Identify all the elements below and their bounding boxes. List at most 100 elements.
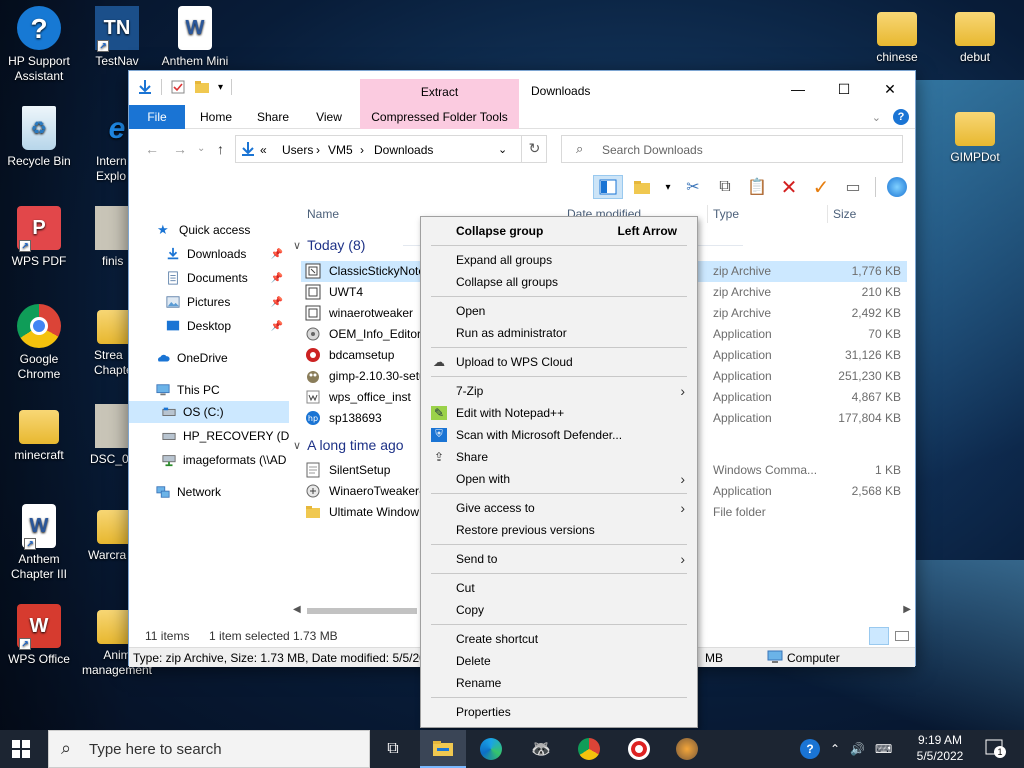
checkmark-icon[interactable]: ✓ <box>809 175 833 199</box>
paste-icon[interactable]: 📋 <box>745 175 769 199</box>
nav-downloads[interactable]: Downloads 📌 <box>129 243 289 265</box>
help-icon[interactable]: ? <box>893 109 909 125</box>
close-button[interactable]: ✕ <box>867 77 913 101</box>
desktop-icon-chinese[interactable]: chinese <box>858 6 936 65</box>
desktop-icon-debut[interactable]: debut <box>936 6 1014 65</box>
clock[interactable]: 9:19 AM 5/5/2022 <box>908 732 972 764</box>
forward-arrow-icon[interactable]: → <box>173 141 187 157</box>
preview-pane-icon[interactable] <box>593 175 623 199</box>
nav-drive-d[interactable]: HP_RECOVERY (D:) <box>129 425 289 447</box>
nav-quick-access[interactable]: ★ Quick access <box>129 219 289 241</box>
nav-desktop[interactable]: Desktop 📌 <box>129 315 289 337</box>
breadcrumb-users[interactable]: Users <box>282 143 313 157</box>
app-icon[interactable]: 🦝 <box>518 730 564 768</box>
desktop-icon-anthem-chapter[interactable]: W ↗ Anthem Chapter III <box>0 504 78 582</box>
refresh-button[interactable]: ↻ <box>521 135 547 163</box>
notification-icon[interactable]: 1 <box>984 738 1006 758</box>
gimp-icon[interactable] <box>664 730 710 768</box>
menu-item-upload-wps[interactable]: ☁ Upload to WPS Cloud <box>423 351 695 373</box>
nav-drive-c[interactable]: OS (C:) <box>129 401 289 423</box>
tab-share[interactable]: Share <box>247 105 299 129</box>
help-icon[interactable]: ? <box>800 739 820 759</box>
nav-onedrive[interactable]: OneDrive <box>129 347 289 369</box>
desktop-icon-gimpdot[interactable]: GIMPDot <box>936 106 1014 165</box>
recent-locations-icon[interactable]: ⌄ <box>197 143 205 154</box>
scroll-right-icon[interactable]: ▶ <box>903 604 911 615</box>
keyboard-icon[interactable]: ⌨ <box>875 742 892 756</box>
menu-item-restore-versions[interactable]: Restore previous versions <box>423 519 695 541</box>
cut-icon[interactable]: ✂ <box>681 175 705 199</box>
desktop-icon-wps-pdf[interactable]: P ↗ WPS PDF <box>0 206 78 269</box>
scroll-left-icon[interactable]: ◀ <box>293 604 301 615</box>
group-header-long-ago[interactable]: ∨ A long time ago <box>293 435 404 455</box>
customize-toolbar-icon[interactable]: ▾ <box>218 82 223 93</box>
nav-network[interactable]: Network <box>129 481 289 503</box>
taskbar-search-input[interactable]: ⌕ Type here to search <box>48 730 370 768</box>
column-header-type[interactable]: Type <box>713 203 739 225</box>
column-header-size[interactable]: Size <box>833 203 856 225</box>
chevron-up-icon[interactable]: ⌃ <box>830 742 840 756</box>
extract-tab[interactable]: Extract <box>360 85 519 99</box>
nav-this-pc[interactable]: This PC <box>129 379 289 401</box>
minimize-button[interactable]: — <box>775 77 821 101</box>
menu-item-collapse-group[interactable]: Collapse group Left Arrow <box>423 220 695 242</box>
nav-network-drive[interactable]: imageformats (\\AD <box>129 449 289 471</box>
menu-item-notepadpp[interactable]: ✎ Edit with Notepad++ <box>423 402 695 424</box>
desktop-icon-minecraft[interactable]: minecraft <box>0 404 78 463</box>
column-header-name[interactable]: Name <box>307 203 339 225</box>
desktop-icon-hp-support[interactable]: ? HP Support Assistant <box>0 6 78 84</box>
record-icon[interactable] <box>616 730 662 768</box>
desktop-icon-wps-office[interactable]: W ↗ WPS Office <box>0 604 78 667</box>
desktop-icon-recycle-bin[interactable]: ♻ Recycle Bin <box>0 106 78 169</box>
nav-pictures[interactable]: Pictures 📌 <box>129 291 289 313</box>
new-folder-icon[interactable] <box>631 175 655 199</box>
desktop-icon-chrome[interactable]: Google Chrome <box>0 304 78 382</box>
breadcrumb-downloads[interactable]: Downloads <box>374 143 433 157</box>
menu-item-cut[interactable]: Cut <box>423 577 695 599</box>
tab-home[interactable]: Home <box>189 105 243 129</box>
windows-start-icon[interactable] <box>12 740 30 758</box>
menu-item-defender[interactable]: ⛨ Scan with Microsoft Defender... <box>423 424 695 446</box>
menu-item-rename[interactable]: Rename <box>423 672 695 694</box>
up-arrow-icon[interactable]: ↑ <box>217 141 224 157</box>
volume-icon[interactable]: 🔊 <box>850 742 865 756</box>
search-input[interactable]: ⌕ Search Downloads <box>561 135 903 163</box>
menu-item-share[interactable]: ⇪ Share <box>423 446 695 468</box>
menu-item-delete[interactable]: Delete <box>423 650 695 672</box>
globe-icon[interactable] <box>885 175 909 199</box>
maximize-button[interactable]: ☐ <box>821 77 867 101</box>
menu-item-create-shortcut[interactable]: Create shortcut <box>423 628 695 650</box>
menu-item-collapse-all[interactable]: Collapse all groups <box>423 271 695 293</box>
menu-item-7zip[interactable]: 7-Zip › <box>423 380 695 402</box>
nav-documents[interactable]: Documents 📌 <box>129 267 289 289</box>
scrollbar-thumb[interactable] <box>307 608 417 614</box>
menu-item-open-with[interactable]: Open with › <box>423 468 695 490</box>
copy-icon[interactable]: ⧉ <box>713 175 737 199</box>
group-header-today[interactable]: ∨ Today (8) <box>293 235 365 255</box>
expand-ribbon-icon[interactable]: ⌄ <box>872 111 881 124</box>
task-view-icon[interactable]: ⧉ <box>370 730 416 768</box>
menu-item-send-to[interactable]: Send to › <box>423 548 695 570</box>
desktop-icon-anthem-mini[interactable]: W Anthem Mini <box>156 6 234 69</box>
back-arrow-icon[interactable]: ← <box>145 141 159 157</box>
rename-icon[interactable]: ▭ <box>841 175 865 199</box>
tab-file[interactable]: File <box>129 105 185 129</box>
new-folder-icon[interactable] <box>194 79 210 95</box>
details-view-icon[interactable] <box>869 627 889 645</box>
menu-item-expand-all[interactable]: Expand all groups <box>423 249 695 271</box>
large-icons-view-icon[interactable] <box>891 627 911 645</box>
menu-item-open[interactable]: Open <box>423 300 695 322</box>
menu-item-give-access[interactable]: Give access to › <box>423 497 695 519</box>
chevron-down-icon[interactable]: ⌄ <box>498 143 507 156</box>
desktop-icon-testnav[interactable]: TN ↗ TestNav <box>78 6 156 69</box>
breadcrumb-vm5[interactable]: VM5 <box>328 143 353 157</box>
edge-icon[interactable] <box>468 730 514 768</box>
breadcrumb-overflow[interactable]: « <box>260 143 267 157</box>
down-arrow-icon[interactable] <box>137 79 153 95</box>
menu-item-copy[interactable]: Copy <box>423 599 695 621</box>
file-explorer-taskbar-icon[interactable] <box>420 730 466 768</box>
chevron-down-icon[interactable]: ▾ <box>663 175 673 199</box>
chrome-taskbar-icon[interactable] <box>566 730 612 768</box>
delete-icon[interactable]: ✕ <box>777 175 801 199</box>
tab-compressed-folder-tools[interactable]: Compressed Folder Tools <box>360 105 519 129</box>
